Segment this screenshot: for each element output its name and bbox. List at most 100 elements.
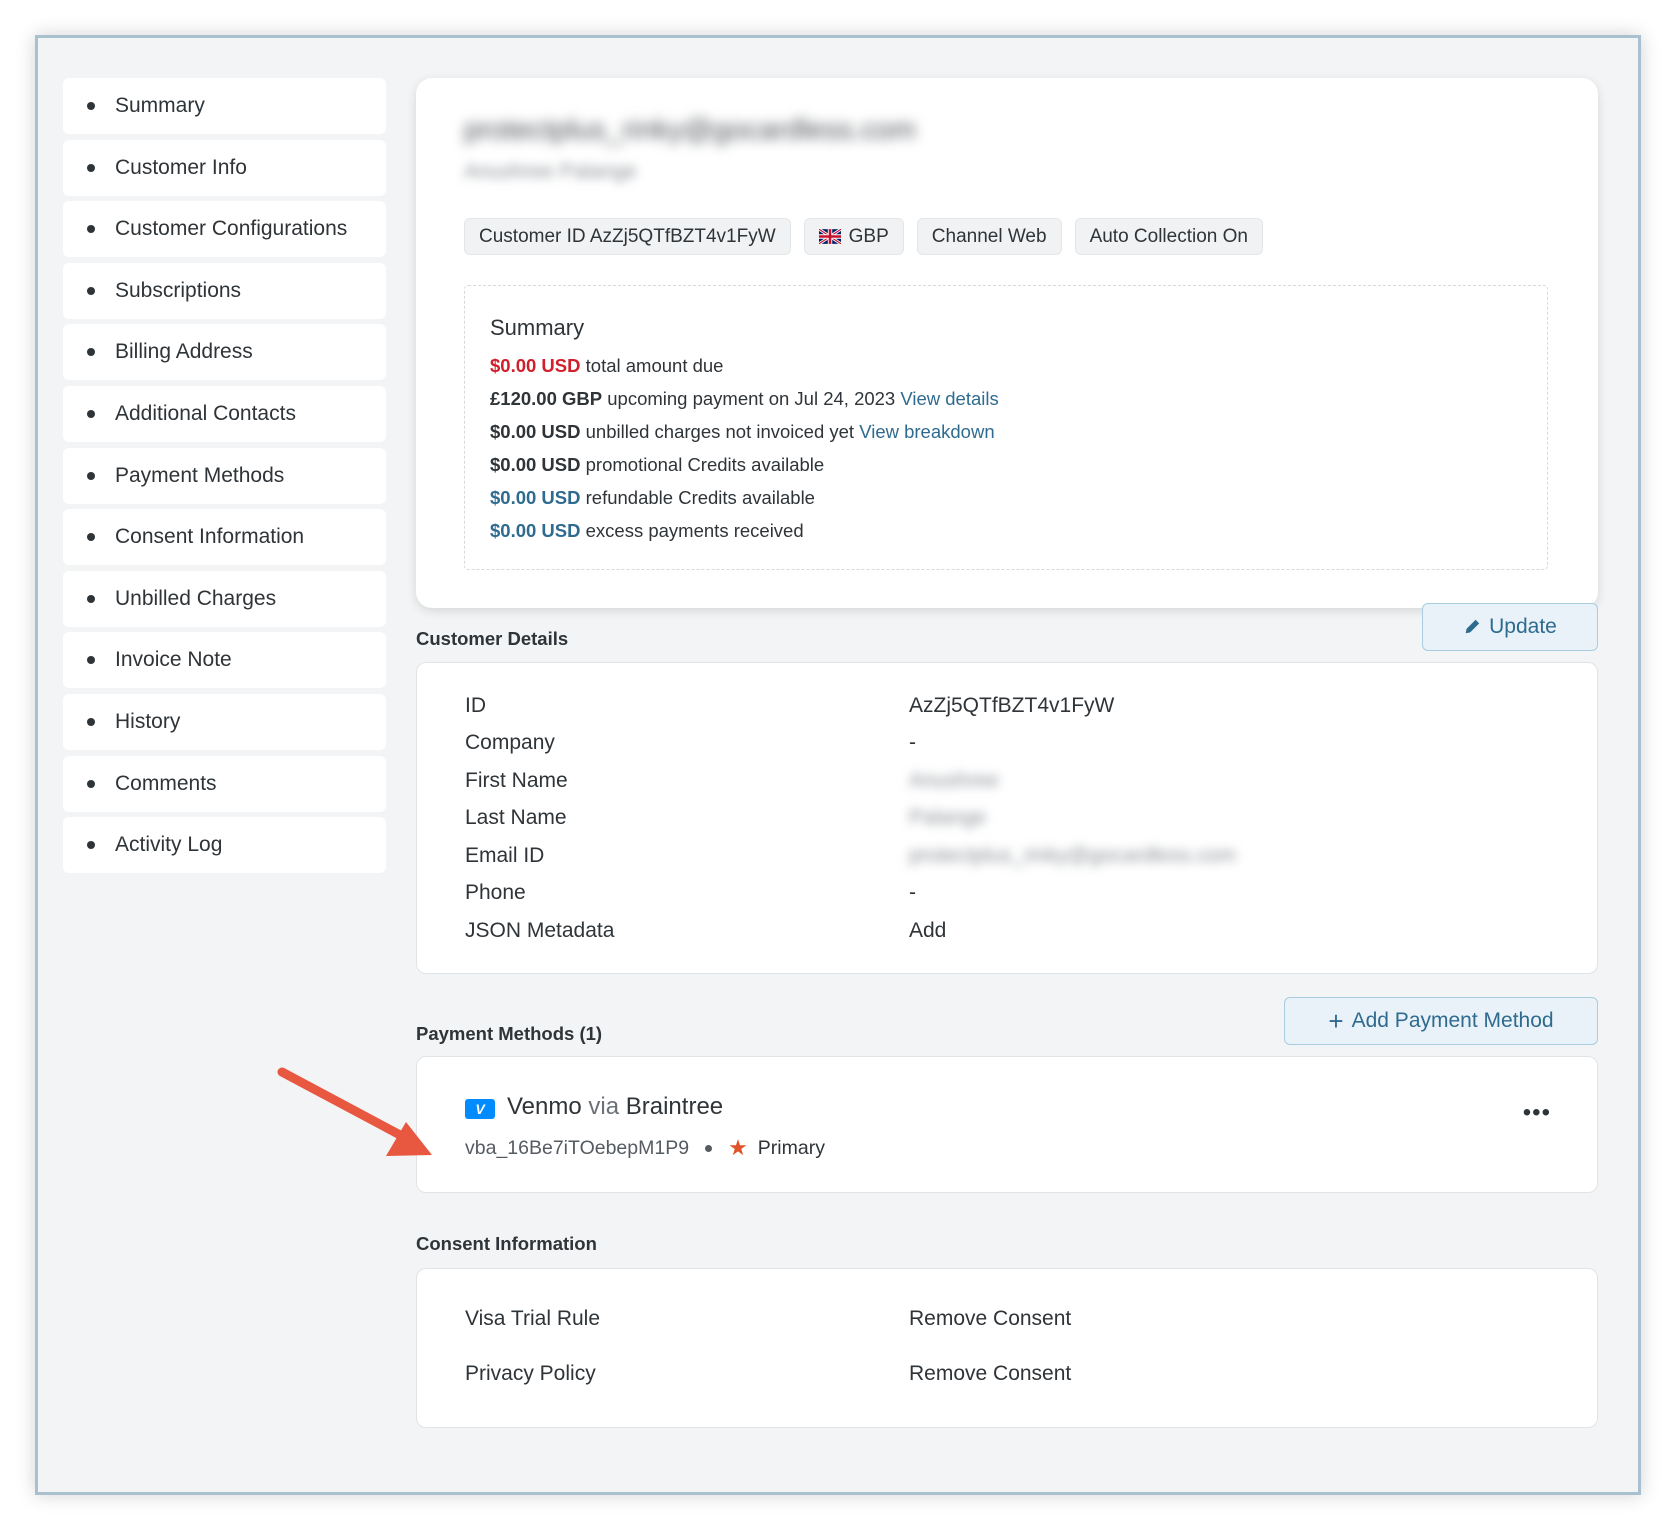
detail-value: Palange <box>909 806 987 829</box>
primary-status: Primary <box>757 1136 825 1159</box>
payment-method-card: V Venmo via Braintree vba_16Be7iTOebepM1… <box>416 1056 1598 1193</box>
summary-line-total-due: $0.00 USD total amount due <box>490 355 999 388</box>
star-icon: ★ <box>728 1135 748 1160</box>
refundable-amount-link[interactable]: $0.00 USD <box>490 487 581 508</box>
sidebar-item-unbilled-charges[interactable]: Unbilled Charges <box>63 570 386 627</box>
bullet-icon <box>87 225 95 234</box>
via-text: via <box>588 1093 620 1120</box>
consent-label: Privacy Policy <box>465 1362 596 1385</box>
sidebar-nav: Summary Customer Info Customer Configura… <box>63 78 386 879</box>
add-payment-method-button[interactable]: + Add Payment Method <box>1284 997 1598 1045</box>
payment-methods-title: Payment Methods (1) <box>416 1023 603 1044</box>
payment-method-title: Venmo via Braintree <box>507 1093 723 1121</box>
sidebar-item-billing-address[interactable]: Billing Address <box>63 324 386 381</box>
sidebar-item-label: Payment Methods <box>115 463 285 487</box>
summary-text: unbilled charges not invoiced yet <box>580 421 860 442</box>
summary-line-unbilled-charges: $0.00 USD unbilled charges not invoiced … <box>490 421 999 454</box>
summary-text: excess payments received <box>580 520 804 541</box>
bullet-icon <box>87 594 95 603</box>
bullet-icon <box>87 656 95 665</box>
amount: $0.00 USD <box>490 421 581 442</box>
sidebar-item-label: Subscriptions <box>115 278 242 302</box>
detail-label: Email ID <box>465 844 545 867</box>
detail-value: protectplus_rinky@gocardless.com <box>909 844 1237 867</box>
separator-dot-icon <box>705 1144 713 1152</box>
summary-lines: $0.00 USD total amount due £120.00 GBP u… <box>490 355 999 553</box>
detail-label: Last Name <box>465 806 567 829</box>
sidebar-item-label: Billing Address <box>115 340 253 364</box>
consent-label: Visa Trial Rule <box>465 1307 601 1330</box>
bullet-icon <box>87 348 95 357</box>
remove-consent-link[interactable]: Remove Consent <box>909 1362 1071 1386</box>
plus-icon: + <box>1328 1006 1344 1036</box>
add-metadata-link[interactable]: Add <box>909 919 946 943</box>
summary-text: refundable Credits available <box>580 487 815 508</box>
consent-panel: Visa Trial Rule Remove Consent Privacy P… <box>416 1268 1598 1428</box>
sidebar-item-label: Additional Contacts <box>115 401 296 425</box>
view-breakdown-link[interactable]: View breakdown <box>859 421 994 442</box>
summary-line-upcoming-payment: £120.00 GBP upcoming payment on Jul 24, … <box>490 388 999 421</box>
summary-line-promotional-credits: $0.00 USD promotional Credits available <box>490 454 999 487</box>
bullet-icon <box>87 163 95 172</box>
bullet-icon <box>87 102 95 110</box>
uk-flag-icon <box>818 229 841 244</box>
sidebar-item-label: Customer Configurations <box>115 217 348 241</box>
sidebar-item-customer-info[interactable]: Customer Info <box>63 139 386 196</box>
annotation-arrow-icon <box>277 1067 432 1156</box>
sidebar-item-activity-log[interactable]: Activity Log <box>63 817 386 874</box>
sidebar-item-customer-configurations[interactable]: Customer Configurations <box>63 201 386 258</box>
summary-text: total amount due <box>580 355 724 376</box>
customer-id-chip: Customer ID AzZj5QTfBZT4v1FyW <box>464 218 791 255</box>
detail-label: First Name <box>465 769 568 792</box>
sidebar-item-label: Invoice Note <box>115 648 232 672</box>
update-button[interactable]: Update <box>1422 603 1598 651</box>
sidebar-item-payment-methods[interactable]: Payment Methods <box>63 447 386 504</box>
sidebar-item-label: Activity Log <box>115 833 223 857</box>
bullet-icon <box>87 779 95 788</box>
sidebar-item-label: History <box>115 709 181 733</box>
sidebar-item-invoice-note[interactable]: Invoice Note <box>63 632 386 689</box>
summary-box: Summary $0.00 USD total amount due £120.… <box>464 285 1548 570</box>
amount: £120.00 GBP <box>490 388 603 409</box>
sidebar-item-consent-information[interactable]: Consent Information <box>63 509 386 566</box>
amount: $0.00 USD <box>490 355 581 376</box>
detail-value: - <box>909 731 916 754</box>
summary-text: promotional Credits available <box>580 454 825 475</box>
more-options-icon[interactable]: ••• <box>1523 1099 1551 1127</box>
venmo-icon: V <box>465 1099 495 1119</box>
summary-text: upcoming payment on Jul 24, 2023 <box>602 388 901 409</box>
bullet-icon <box>87 409 95 418</box>
gateway-name: Braintree <box>625 1093 724 1120</box>
payment-method-reference: vba_16Be7iTOebepM1P9 <box>465 1136 690 1159</box>
remove-consent-link[interactable]: Remove Consent <box>909 1307 1071 1331</box>
sidebar-item-summary[interactable]: Summary <box>63 78 386 134</box>
amount: $0.00 USD <box>490 454 581 475</box>
customer-chips: Customer ID AzZj5QTfBZT4v1FyW GBP Channe… <box>464 218 1263 255</box>
sidebar-item-label: Unbilled Charges <box>115 586 277 610</box>
sidebar-item-subscriptions[interactable]: Subscriptions <box>63 262 386 319</box>
sidebar-item-additional-contacts[interactable]: Additional Contacts <box>63 385 386 442</box>
auto-collection-chip: Auto Collection On <box>1074 218 1263 255</box>
summary-title: Summary <box>490 315 585 340</box>
sidebar-item-comments[interactable]: Comments <box>63 755 386 812</box>
detail-value: - <box>909 881 916 904</box>
view-details-link[interactable]: View details <box>900 388 998 409</box>
customer-page: Summary Customer Info Customer Configura… <box>35 35 1641 1495</box>
customer-details-title: Customer Details <box>416 628 569 649</box>
pencil-icon <box>1465 619 1480 634</box>
channel-chip: Channel Web <box>916 218 1062 255</box>
sidebar-item-history[interactable]: History <box>63 693 386 750</box>
payment-method-name: Venmo <box>507 1093 582 1120</box>
customer-name-subtitle: Anushree Palange <box>464 160 637 183</box>
payment-method-meta: vba_16Be7iTOebepM1P9 ★ Primary <box>465 1135 825 1161</box>
sidebar-item-label: Summary <box>115 94 205 117</box>
detail-label: Company <box>465 731 555 754</box>
currency-label: GBP <box>848 225 889 247</box>
currency-chip: GBP <box>803 218 904 255</box>
sidebar-item-label: Comments <box>115 771 217 795</box>
excess-amount-link[interactable]: $0.00 USD <box>490 520 581 541</box>
summary-line-excess-payments: $0.00 USD excess payments received <box>490 520 999 553</box>
customer-email-title: protectplus_rinky@gocardless.com <box>464 114 916 146</box>
detail-label: ID <box>465 694 486 717</box>
bullet-icon <box>87 471 95 480</box>
